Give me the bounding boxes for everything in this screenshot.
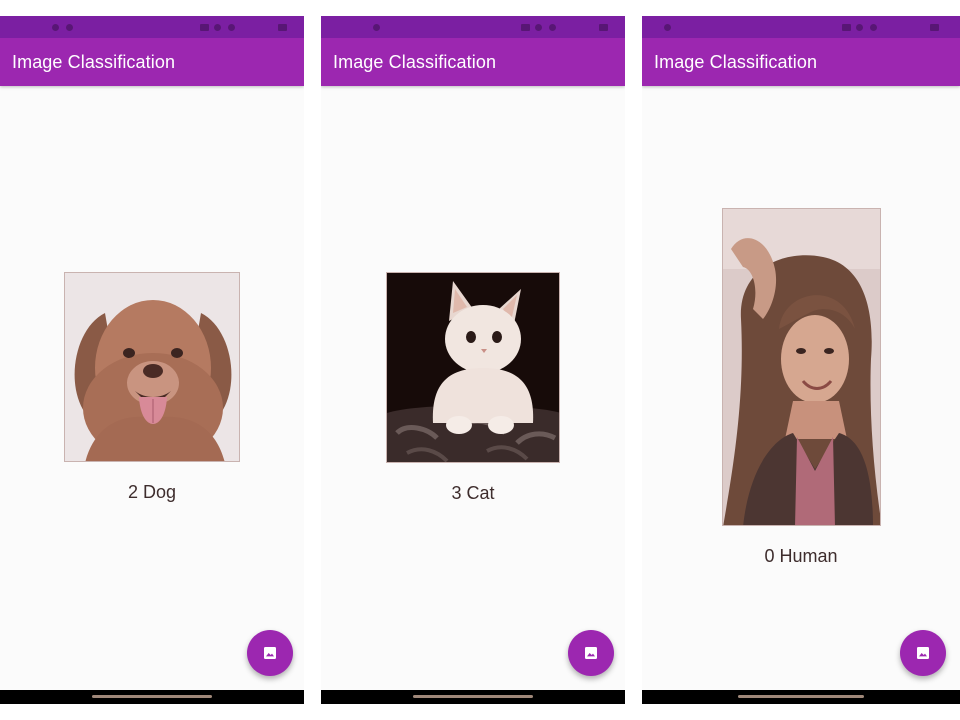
app-title: Image Classification [654, 51, 818, 72]
classification-result: 3 Cat [451, 483, 495, 503]
classification-result: 2 Dog [127, 482, 177, 502]
image-icon [917, 647, 929, 659]
image-icon [585, 647, 597, 659]
wifi-icon [856, 24, 863, 31]
dog-photo [64, 272, 240, 462]
navigation-bar [321, 690, 625, 704]
home-gesture-handle[interactable] [413, 695, 533, 698]
pick-image-fab[interactable] [568, 630, 614, 676]
screens-composite: Image Classification 2 Dog Image Classif… [0, 0, 960, 720]
signal-icon [870, 24, 877, 31]
navigation-bar [642, 690, 960, 704]
image-icon [264, 647, 276, 659]
vibrate-icon [842, 24, 851, 31]
dog-image [65, 273, 239, 461]
battery-icon [599, 24, 608, 31]
app-title: Image Classification [12, 51, 176, 72]
cat-image [387, 273, 559, 462]
battery-icon [278, 24, 287, 31]
vibrate-icon [200, 24, 209, 31]
human-photo [722, 208, 881, 526]
signal-icon [549, 24, 556, 31]
battery-icon [930, 24, 939, 31]
notification-icon [52, 24, 59, 31]
main-content: 0 Human [642, 86, 960, 690]
status-bar [321, 16, 625, 38]
notification-icon [66, 24, 73, 31]
cat-photo [386, 272, 560, 463]
wifi-icon [535, 24, 542, 31]
home-gesture-handle[interactable] [92, 695, 212, 698]
vibrate-icon [521, 24, 530, 31]
phone-screen-dog: Image Classification 2 Dog [0, 16, 304, 704]
human-image [723, 209, 880, 525]
signal-icon [228, 24, 235, 31]
status-bar [642, 16, 960, 38]
phone-screen-human: Image Classification 0 Human [642, 16, 960, 704]
pick-image-fab[interactable] [247, 630, 293, 676]
app-title: Image Classification [333, 51, 497, 72]
navigation-bar [0, 690, 304, 704]
classification-result: 0 Human [764, 546, 838, 566]
notification-icon [373, 24, 380, 31]
main-content: 2 Dog [0, 86, 304, 690]
main-content: 3 Cat [321, 86, 625, 690]
app-bar: Image Classification [642, 38, 960, 86]
app-bar: Image Classification [321, 38, 625, 86]
notification-icon [664, 24, 671, 31]
status-bar [0, 16, 304, 38]
app-bar: Image Classification [0, 38, 304, 86]
pick-image-fab[interactable] [900, 630, 946, 676]
wifi-icon [214, 24, 221, 31]
home-gesture-handle[interactable] [738, 695, 864, 698]
phone-screen-cat: Image Classification 3 Cat [321, 16, 625, 704]
